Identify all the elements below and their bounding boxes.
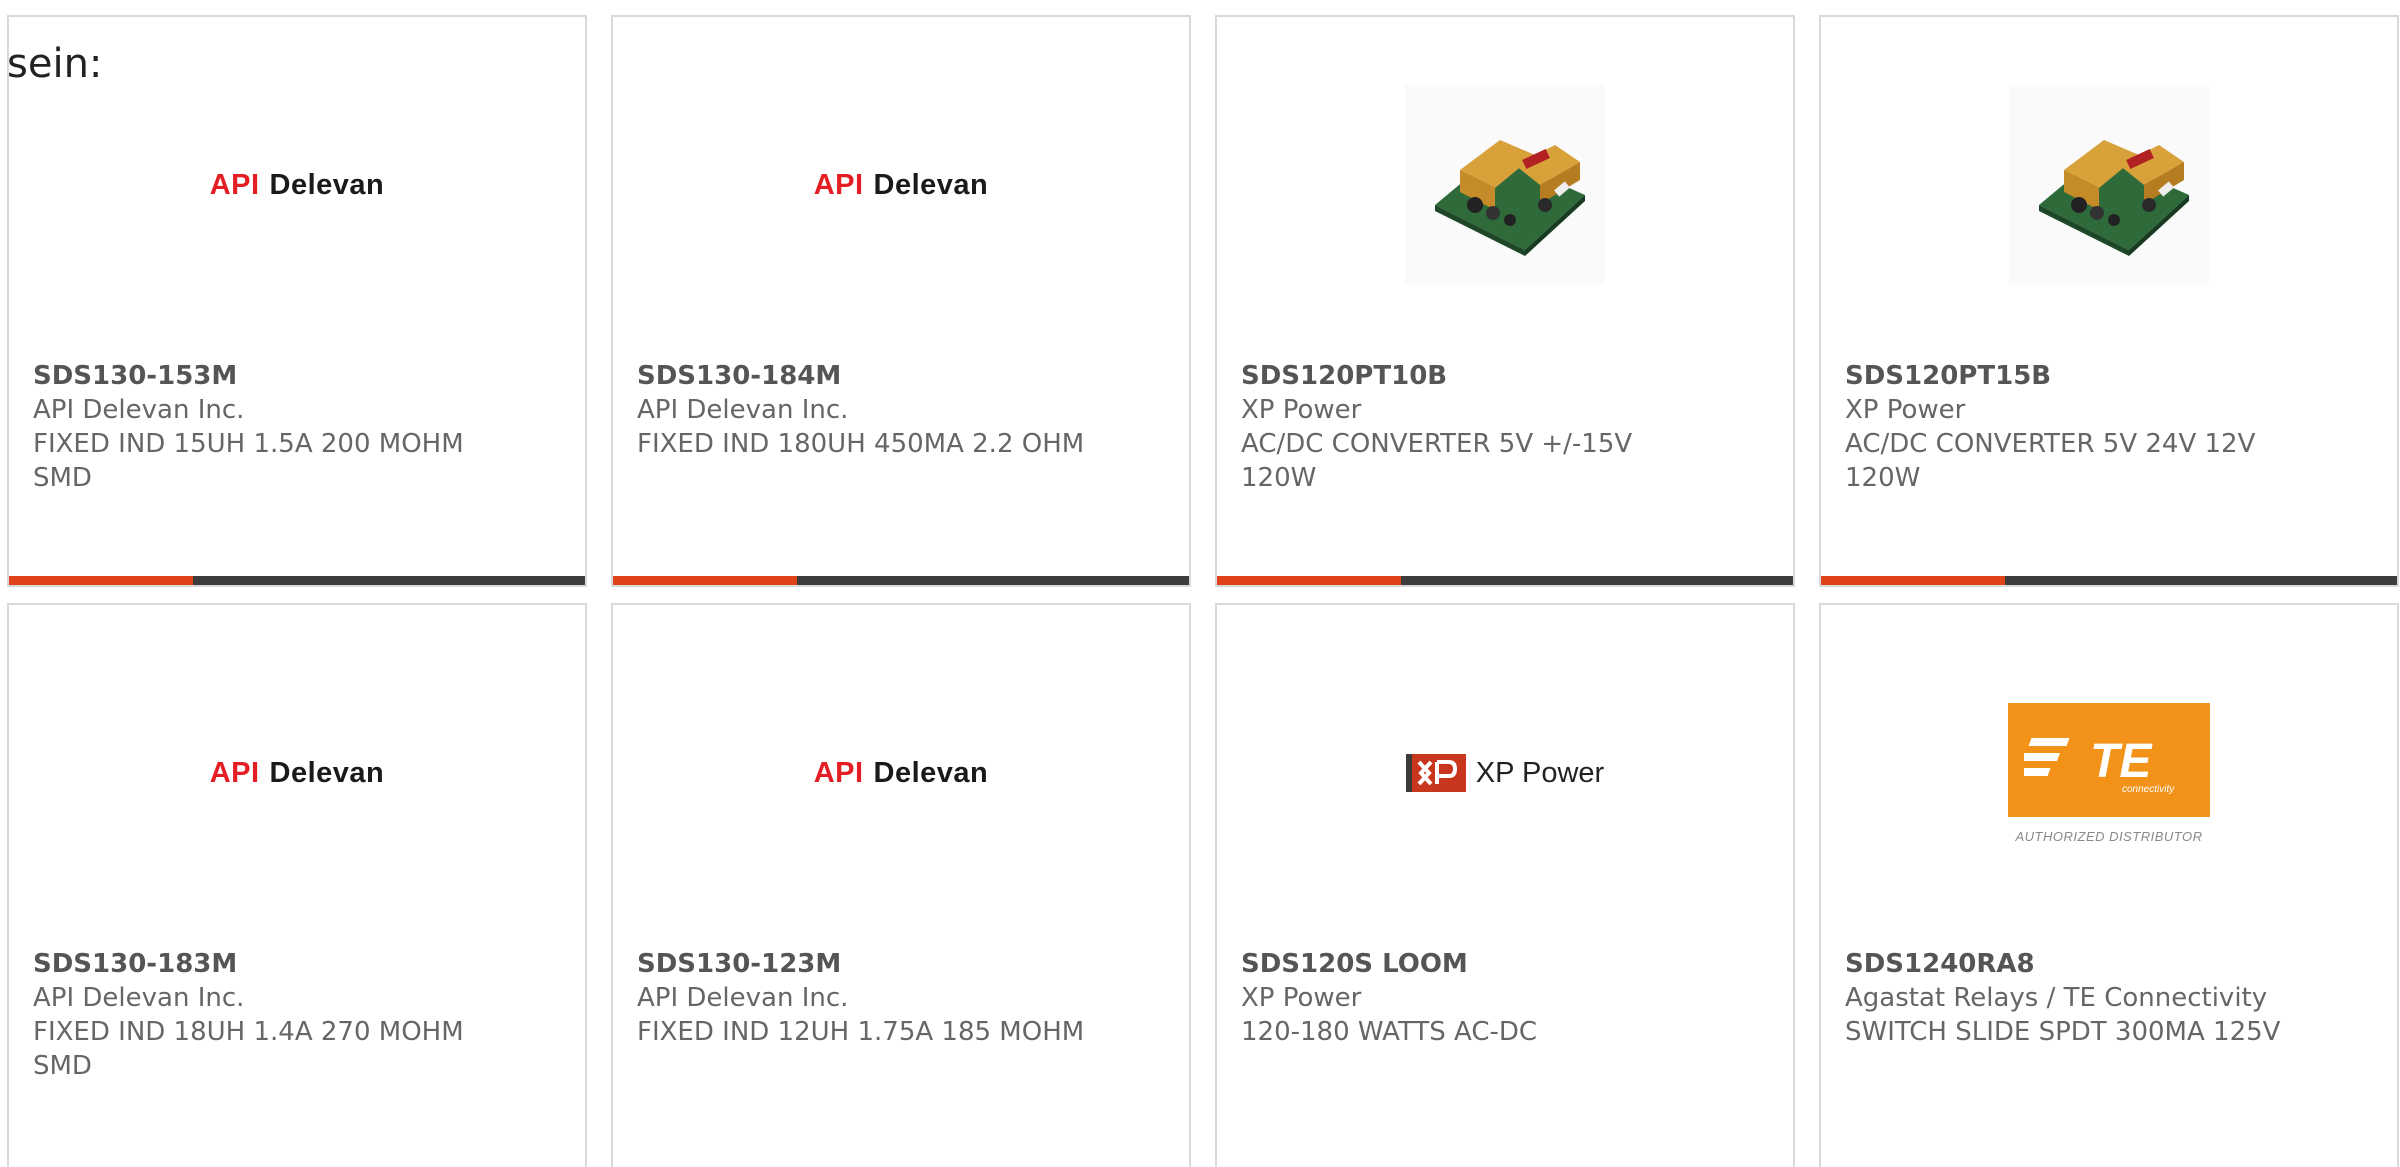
power-supply-image [2039, 140, 2189, 256]
power-supply-photo [2009, 85, 2209, 285]
xp-mark-icon [1405, 754, 1466, 792]
product-card[interactable]: TE connectivity AUTHORIZED DISTRIBUTOR S… [1819, 603, 2399, 1167]
power-supply-photo [1405, 85, 1605, 285]
product-info: SDS130-123M API Delevan Inc. FIXED IND 1… [637, 947, 1097, 1049]
product-info: SDS130-184M API Delevan Inc. FIXED IND 1… [637, 359, 1097, 461]
te-caption: AUTHORIZED DISTRIBUTOR [2015, 828, 2203, 844]
manufacturer-name: API Delevan Inc. [33, 395, 245, 425]
part-number[interactable]: SDS120S LOOM [1241, 947, 1701, 981]
product-description: FIXED IND 12UH 1.75A 185 MOHM [637, 1017, 1085, 1047]
product-image [1821, 85, 2397, 285]
svg-text:connectivity: connectivity [2122, 784, 2175, 795]
manufacturer-name: Agastat Relays / TE Connectivity [1845, 983, 2268, 1013]
te-connectivity-logo: TE connectivity AUTHORIZED DISTRIBUTOR [2008, 702, 2210, 844]
card-progress-bar [1217, 576, 1793, 585]
product-grid: API Delevan SDS130-153M API Delevan Inc. … [7, 15, 2399, 1167]
product-info: SDS130-153M API Delevan Inc. FIXED IND 1… [33, 359, 493, 495]
product-card[interactable]: SDS120PT15B XP Power AC/DC CONVERTER 5V … [1819, 15, 2399, 587]
product-image: API Delevan [613, 673, 1189, 873]
logo-delevan-text: Delevan [873, 756, 989, 789]
product-card[interactable]: SDS120PT10B XP Power AC/DC CONVERTER 5V … [1215, 15, 1795, 587]
te-mark-icon: TE connectivity [2024, 735, 2175, 795]
api-delevan-logo: API Delevan [210, 169, 385, 202]
product-description: FIXED IND 15UH 1.5A 200 MOHM SMD [33, 429, 464, 493]
manufacturer-name: API Delevan Inc. [637, 983, 849, 1013]
manufacturer-name: API Delevan Inc. [637, 395, 849, 425]
part-number[interactable]: SDS130-183M [33, 947, 493, 981]
product-info: SDS120S LOOM XP Power 120-180 WATTS AC-D… [1241, 947, 1701, 1049]
manufacturer-name: API Delevan Inc. [33, 983, 245, 1013]
product-info: SDS1240RA8 Agastat Relays / TE Connectiv… [1845, 947, 2305, 1049]
te-mark: TE connectivity [2008, 702, 2210, 817]
product-card[interactable]: API Delevan SDS130-153M API Delevan Inc. … [7, 15, 587, 587]
product-card[interactable]: API Delevan SDS130-184M API Delevan Inc. … [611, 15, 1191, 587]
product-description: FIXED IND 18UH 1.4A 270 MOHM SMD [33, 1017, 464, 1081]
product-description: SWITCH SLIDE SPDT 300MA 125V [1845, 1017, 2281, 1047]
manufacturer-name: XP Power [1241, 983, 1362, 1013]
manufacturer-name: XP Power [1845, 395, 1966, 425]
part-number[interactable]: SDS130-123M [637, 947, 1097, 981]
api-delevan-logo: API Delevan [814, 169, 989, 202]
card-progress-fill [1217, 576, 1402, 585]
logo-delevan-text: Delevan [269, 168, 385, 201]
product-info: SDS120PT15B XP Power AC/DC CONVERTER 5V … [1845, 359, 2305, 495]
product-image: TE connectivity AUTHORIZED DISTRIBUTOR [1821, 673, 2397, 873]
logo-api-text: API [813, 168, 864, 201]
logo-api-text: API [209, 756, 260, 789]
part-number[interactable]: SDS120PT10B [1241, 359, 1701, 393]
card-progress-bar [1821, 576, 2397, 585]
part-number[interactable]: SDS120PT15B [1845, 359, 2305, 393]
product-image: API Delevan [9, 85, 585, 285]
product-card[interactable]: API Delevan SDS130-123M API Delevan Inc. … [611, 603, 1191, 1167]
product-image: API Delevan [613, 85, 1189, 285]
xp-power-word: XP Power [1475, 756, 1605, 789]
card-progress-fill [9, 576, 194, 585]
logo-delevan-text: Delevan [873, 168, 989, 201]
card-progress-bar [9, 576, 585, 585]
logo-api-text: API [209, 168, 260, 201]
xp-power-logo: XP Power [1405, 754, 1605, 792]
logo-api-text: API [813, 756, 864, 789]
product-image: API Delevan [9, 673, 585, 873]
part-number[interactable]: SDS130-184M [637, 359, 1097, 393]
part-number[interactable]: SDS1240RA8 [1845, 947, 2305, 981]
product-image: XP Power [1217, 673, 1793, 873]
product-card[interactable]: XP Power SDS120S LOOM XP Power 120-180 W… [1215, 603, 1795, 1167]
svg-text:TE: TE [2090, 735, 2153, 788]
product-description: AC/DC CONVERTER 5V 24V 12V 120W [1845, 429, 2256, 493]
product-grid-page: sein: API Delevan SDS130-153M API Delevan… [0, 0, 2400, 1167]
card-progress-bar [613, 576, 1189, 585]
power-supply-image [1435, 140, 1585, 256]
lead-text: sein: [7, 41, 103, 87]
card-progress-fill [1821, 576, 2006, 585]
card-progress-fill [613, 576, 798, 585]
part-number[interactable]: SDS130-153M [33, 359, 493, 393]
product-info: SDS120PT10B XP Power AC/DC CONVERTER 5V … [1241, 359, 1701, 495]
api-delevan-logo: API Delevan [210, 757, 385, 790]
product-description: AC/DC CONVERTER 5V +/-15V 120W [1241, 429, 1633, 493]
product-image [1217, 85, 1793, 285]
api-delevan-logo: API Delevan [814, 757, 989, 790]
xp-mark-glyph [1417, 760, 1457, 786]
manufacturer-name: XP Power [1241, 395, 1362, 425]
product-card[interactable]: API Delevan SDS130-183M API Delevan Inc. … [7, 603, 587, 1167]
product-description: FIXED IND 180UH 450MA 2.2 OHM [637, 429, 1085, 459]
product-info: SDS130-183M API Delevan Inc. FIXED IND 1… [33, 947, 493, 1083]
logo-delevan-text: Delevan [269, 756, 385, 789]
product-description: 120-180 WATTS AC-DC [1241, 1017, 1538, 1047]
